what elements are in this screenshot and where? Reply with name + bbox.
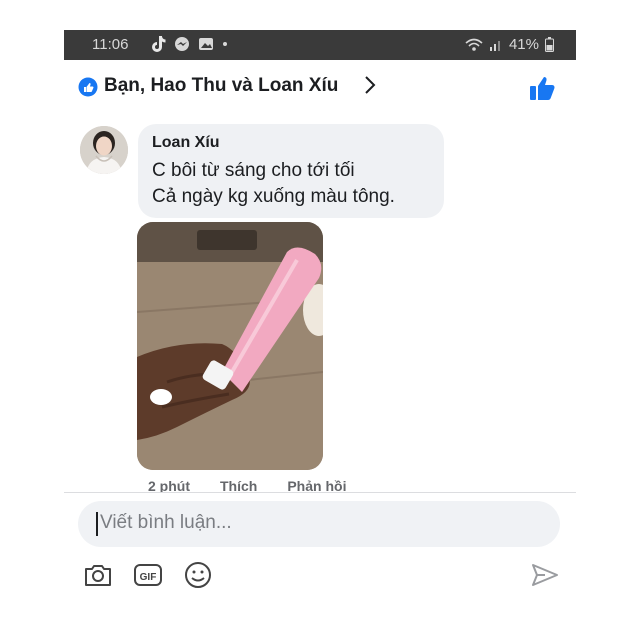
gif-icon[interactable]: GIF <box>132 559 164 591</box>
reactors-title[interactable]: Bạn, Hao Thu và Loan Xíu <box>104 75 338 97</box>
product-photo <box>137 222 323 470</box>
comment-input-placeholder: Viết bình luận... <box>100 512 232 533</box>
notification-icons <box>150 35 228 53</box>
battery-icon <box>545 37 554 52</box>
avatar[interactable] <box>80 126 128 174</box>
svg-text:GIF: GIF <box>140 572 157 583</box>
wifi-icon <box>465 38 483 51</box>
system-indicators: 41% <box>465 36 554 53</box>
status-bar: 11:06 41% <box>64 30 576 60</box>
comment-bubble: Loan Xíu C bôi từ sáng cho tới tối Cả ng… <box>138 124 444 218</box>
comment-composer: Viết bình luận... GIF <box>64 493 576 640</box>
avatar-photo <box>80 126 128 174</box>
like-icon[interactable] <box>528 74 556 102</box>
reactions-icon[interactable] <box>78 77 98 97</box>
messenger-app-icon <box>175 37 189 51</box>
gallery-icon <box>199 38 213 50</box>
more-notifications-icon <box>223 42 227 46</box>
comment-author[interactable]: Loan Xíu <box>152 134 220 152</box>
camera-icon[interactable] <box>82 559 114 591</box>
emoji-icon[interactable] <box>182 559 214 591</box>
tiktok-icon <box>152 36 166 52</box>
text-cursor <box>96 512 98 536</box>
signal-icon <box>489 40 500 51</box>
chevron-right-icon[interactable] <box>363 74 377 96</box>
status-time: 11:06 <box>92 36 129 53</box>
comment-text-line-1: C bôi từ sáng cho tới tối <box>152 160 355 181</box>
phone-screen: 11:06 41% Bạn, Hao Thu và Loan Xíu Loan … <box>64 30 576 640</box>
comment-input[interactable]: Viết bình luận... <box>78 501 560 547</box>
battery-percent: 41% <box>508 36 539 53</box>
comment-text-line-2: Cả ngày kg xuống màu tông. <box>152 186 395 207</box>
comment-photo[interactable] <box>137 222 323 470</box>
comments-header: Bạn, Hao Thu và Loan Xíu <box>64 60 576 116</box>
send-icon[interactable] <box>529 559 561 591</box>
